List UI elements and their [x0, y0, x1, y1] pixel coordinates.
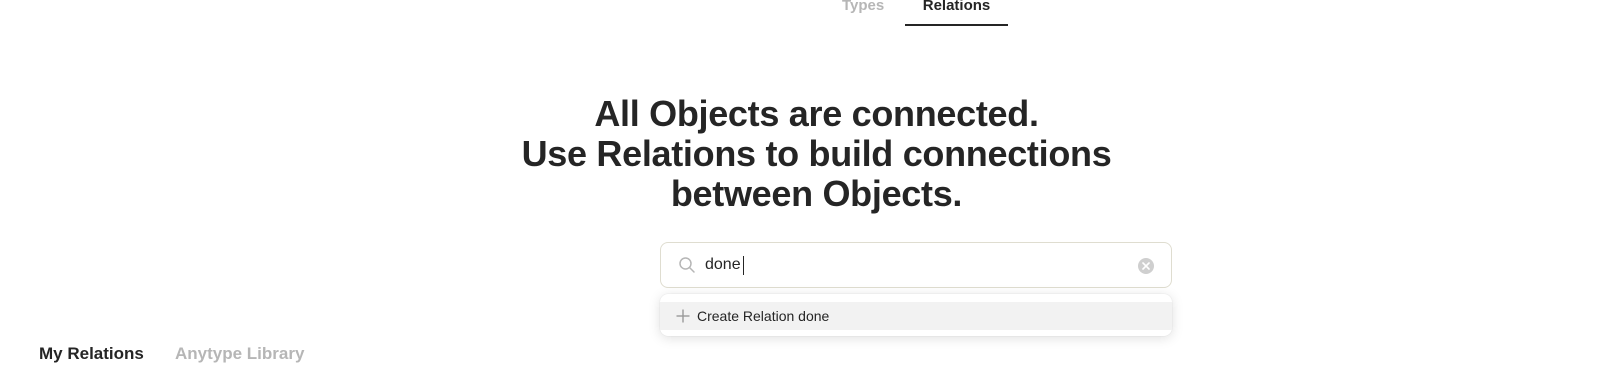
- create-relation-label: Create Relation done: [697, 308, 830, 324]
- text-caret: [743, 256, 744, 275]
- page-headline: All Objects are connected. Use Relations…: [0, 94, 1601, 214]
- headline-line-2: Use Relations to build connections: [521, 133, 1112, 174]
- create-relation-item[interactable]: Create Relation done: [660, 302, 1172, 330]
- plus-icon: [676, 309, 690, 323]
- clear-icon[interactable]: [1137, 257, 1155, 275]
- search-dropdown: Create Relation done: [660, 294, 1172, 336]
- headline-line-3: between Objects.: [670, 173, 963, 214]
- search-input[interactable]: [705, 251, 1105, 279]
- active-tab-underline: [905, 24, 1008, 26]
- search-box[interactable]: [660, 242, 1172, 288]
- tab-relations[interactable]: Relations: [905, 0, 1008, 16]
- top-tab-bar: Types Relations: [0, 0, 1601, 26]
- headline-line-1: All Objects are connected.: [594, 93, 1039, 134]
- tab-my-relations[interactable]: My Relations: [39, 343, 144, 365]
- relations-page: Types Relations All Objects are connecte…: [0, 0, 1601, 375]
- tab-anytype-library[interactable]: Anytype Library: [175, 343, 304, 365]
- tab-types[interactable]: Types: [842, 0, 884, 16]
- search-icon: [678, 256, 696, 274]
